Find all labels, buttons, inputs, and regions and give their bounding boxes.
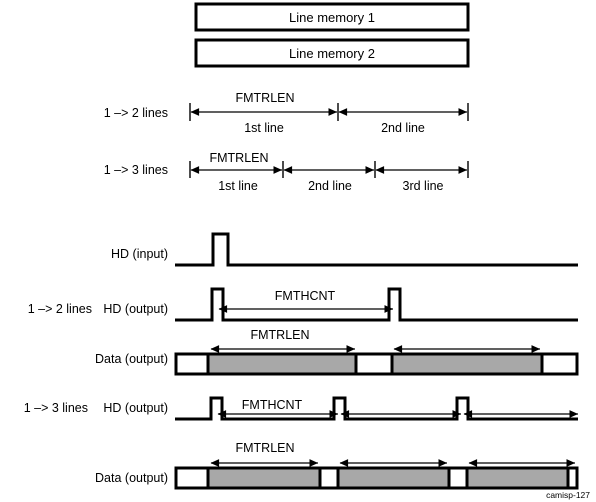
waveform-hd-output-1to2: HD (output) 1 –> 2 lines FMTHCNT [28,287,578,322]
hd-output-1to2-row-label: HD (output) [103,302,168,316]
hd-output-1to3-prefix-label: 1 –> 3 lines [24,401,88,415]
data-output-1to3-seg-gray-2 [338,468,449,488]
data-output-1to2-seg-gray-2 [392,354,542,374]
timing-diagram: Line memory 1 Line memory 2 1 –> 2 lines… [0,0,596,502]
data-output-1to3-seg-white-2 [320,468,338,488]
hd-output-1to3-row-label: HD (output) [103,401,168,415]
ruler-1to3-segment-3-label: 3rd line [403,179,444,193]
waveform-hd-output-1to3: HD (output) 1 –> 3 lines FMTHCNT [24,396,579,421]
ruler-1to2-segment-1-label: 1st line [244,121,284,135]
line-memory-group: Line memory 1 Line memory 2 [194,2,470,68]
ruler-1to3-row-label: 1 –> 3 lines [104,163,168,177]
data-output-1to3-row-label: Data (output) [95,471,168,485]
ruler-1to2-row-label: 1 –> 2 lines [104,106,168,120]
data-output-1to2-seg-white-1 [176,354,208,374]
hd-input-row-label: HD (input) [111,247,168,261]
waveform-hd-input: HD (input) [111,232,578,267]
data-output-1to3-seg-gray-3 [467,468,568,488]
timing-diagram-canvas: Line memory 1 Line memory 2 1 –> 2 lines… [24,2,590,500]
hd-output-1to2-prefix-label: 1 –> 2 lines [28,302,92,316]
data-output-1to3-seg-white-3 [449,468,467,488]
data-output-1to2-row-label: Data (output) [95,352,168,366]
data-output-1to3-seg-gray-1 [208,468,320,488]
ruler-1to2-segment-2-label: 2nd line [381,121,425,135]
ruler-1to3-lines: 1 –> 3 lines FMTRLEN 1st line 2nd line 3… [104,151,469,193]
ruler-1to3-span-label: FMTRLEN [209,151,268,165]
data-output-1to3-span-label: FMTRLEN [235,441,294,455]
ruler-1to2-span-label: FMTRLEN [235,91,294,105]
hd-output-1to3-waveform [175,396,578,421]
hd-output-1to2-span-label: FMTHCNT [275,289,336,303]
data-output-1to2-seg-white-2 [356,354,392,374]
data-output-1to2-seg-white-3 [542,354,577,374]
hd-output-1to3-span-label: FMTHCNT [242,398,303,412]
line-memory-2-label: Line memory 2 [289,46,375,61]
ruler-1to3-segment-1-label: 1st line [218,179,258,193]
ruler-1to2-lines: 1 –> 2 lines FMTRLEN 1st line 2nd line [104,91,469,135]
figure-caption: camisp-127 [546,490,590,500]
waveform-data-output-1to3: Data (output) FMTRLEN [95,441,579,490]
data-output-1to2-span-label: FMTRLEN [250,328,309,342]
line-memory-1: Line memory 1 [194,2,470,32]
data-output-1to2-seg-gray-1 [208,354,356,374]
hd-input-waveform [175,232,578,267]
line-memory-1-label: Line memory 1 [289,10,375,25]
data-output-1to3-seg-white-1 [176,468,208,488]
ruler-1to3-segment-2-label: 2nd line [308,179,352,193]
hd-output-1to2-waveform [175,287,578,322]
waveform-data-output-1to2: Data (output) FMTRLEN [95,328,579,376]
line-memory-2: Line memory 2 [194,38,470,68]
